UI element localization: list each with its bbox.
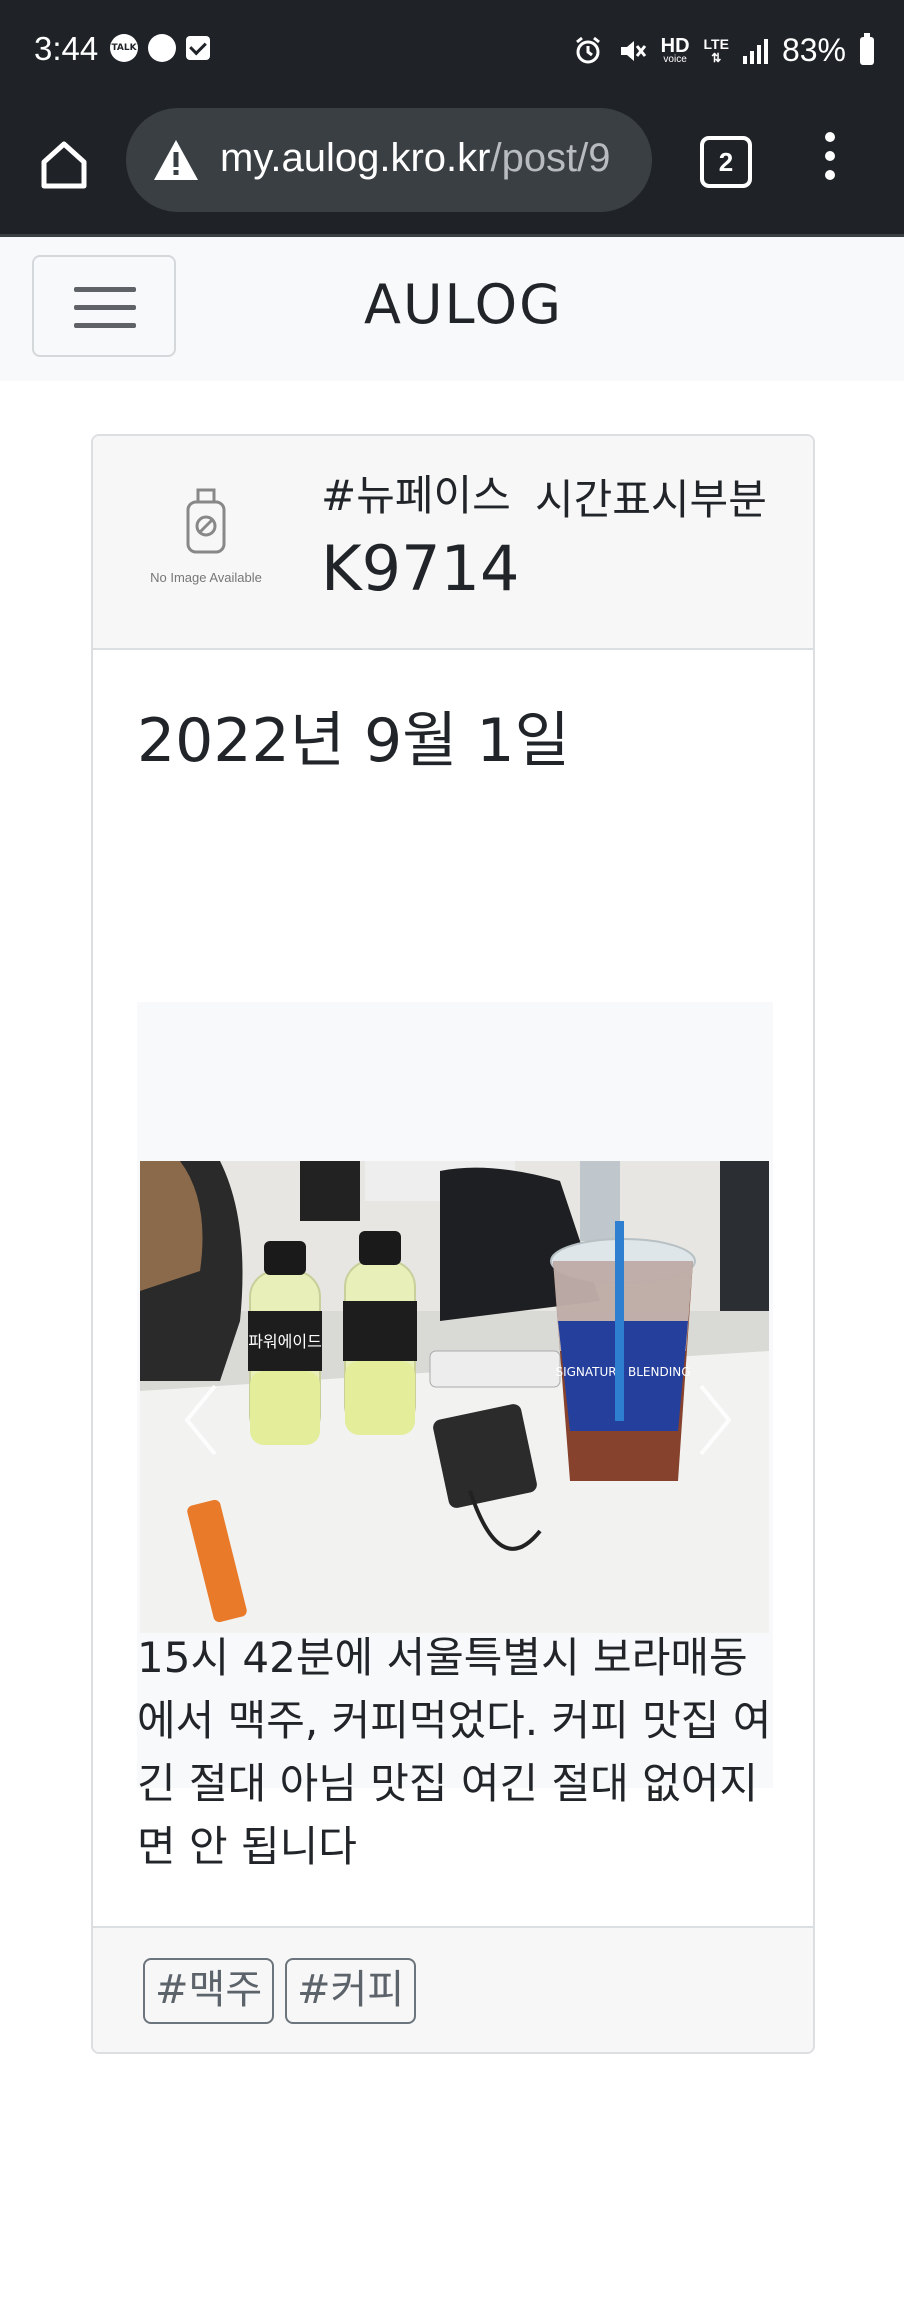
kakaotalk-icon: TALK [110,34,138,62]
carousel-next-icon[interactable] [695,1380,735,1460]
post-card: No Image Available #뉴페이스 시간표시부분 K9714 20… [91,434,815,2054]
chat-bubble-icon [148,34,176,62]
post-card-footer: #맥주 #커피 [93,1926,813,2052]
post-username[interactable]: K9714 [321,532,519,605]
no-image-text: No Image Available [150,570,262,585]
bottle-label-text: 파워에이드 [248,1332,322,1351]
home-icon[interactable] [34,134,94,194]
tag-button[interactable]: #맥주 [143,1958,275,2024]
status-bar: 3:44 TALK HD voice LTE ⇅ 83% [0,0,904,104]
post-card-header: No Image Available #뉴페이스 시간표시부분 K9714 [93,436,813,650]
navbar-toggle-button[interactable] [32,255,176,357]
hd-voice-indicator: HD voice [660,34,690,65]
post-hashtag[interactable]: #뉴페이스 [321,462,511,523]
address-bar[interactable]: my.aulog.kro.kr/post/9 [126,108,652,212]
url-host: my.aulog.kro.kr [220,136,491,180]
post-photo[interactable]: 파워에이드 SIGNATURE BLENDING [140,1161,769,1633]
battery-icon [860,32,874,65]
post-body-text: 15시 42분에 서울특별시 보라매동에서 맥주, 커피먹었다. 커피 맛집 여… [137,1633,772,1871]
tag-button[interactable]: #커피 [285,1958,417,2024]
checkbox-icon [186,36,210,60]
no-image-icon [186,488,226,554]
tab-switcher-button[interactable]: 2 [700,136,752,188]
alarm-icon [575,36,600,63]
carousel-prev-icon[interactable] [181,1380,221,1460]
signal-icon [742,38,768,64]
more-menu-icon[interactable] [818,132,842,192]
url-path: /post/9 [490,136,611,180]
app-navbar: AULOG [0,237,904,381]
brand-title[interactable]: AULOG [364,273,563,336]
mute-icon [620,40,646,61]
status-time: 3:44 [34,30,99,67]
profile-image-placeholder: No Image Available [141,480,271,620]
battery-percent: 83% [781,32,846,68]
notification-icons: TALK [110,34,210,62]
warning-icon[interactable] [152,138,200,182]
post-date: 2022년 9월 1일 [137,706,570,776]
browser-toolbar: my.aulog.kro.kr/post/9 2 [0,104,904,237]
url-text[interactable]: my.aulog.kro.kr/post/9 [220,136,611,181]
system-icons: HD voice LTE ⇅ 83% [573,32,874,69]
post-photo-illustration: 파워에이드 SIGNATURE BLENDING [140,1161,769,1633]
lte-indicator: LTE ⇅ [703,35,729,65]
post-time-placeholder: 시간표시부분 [535,475,767,524]
